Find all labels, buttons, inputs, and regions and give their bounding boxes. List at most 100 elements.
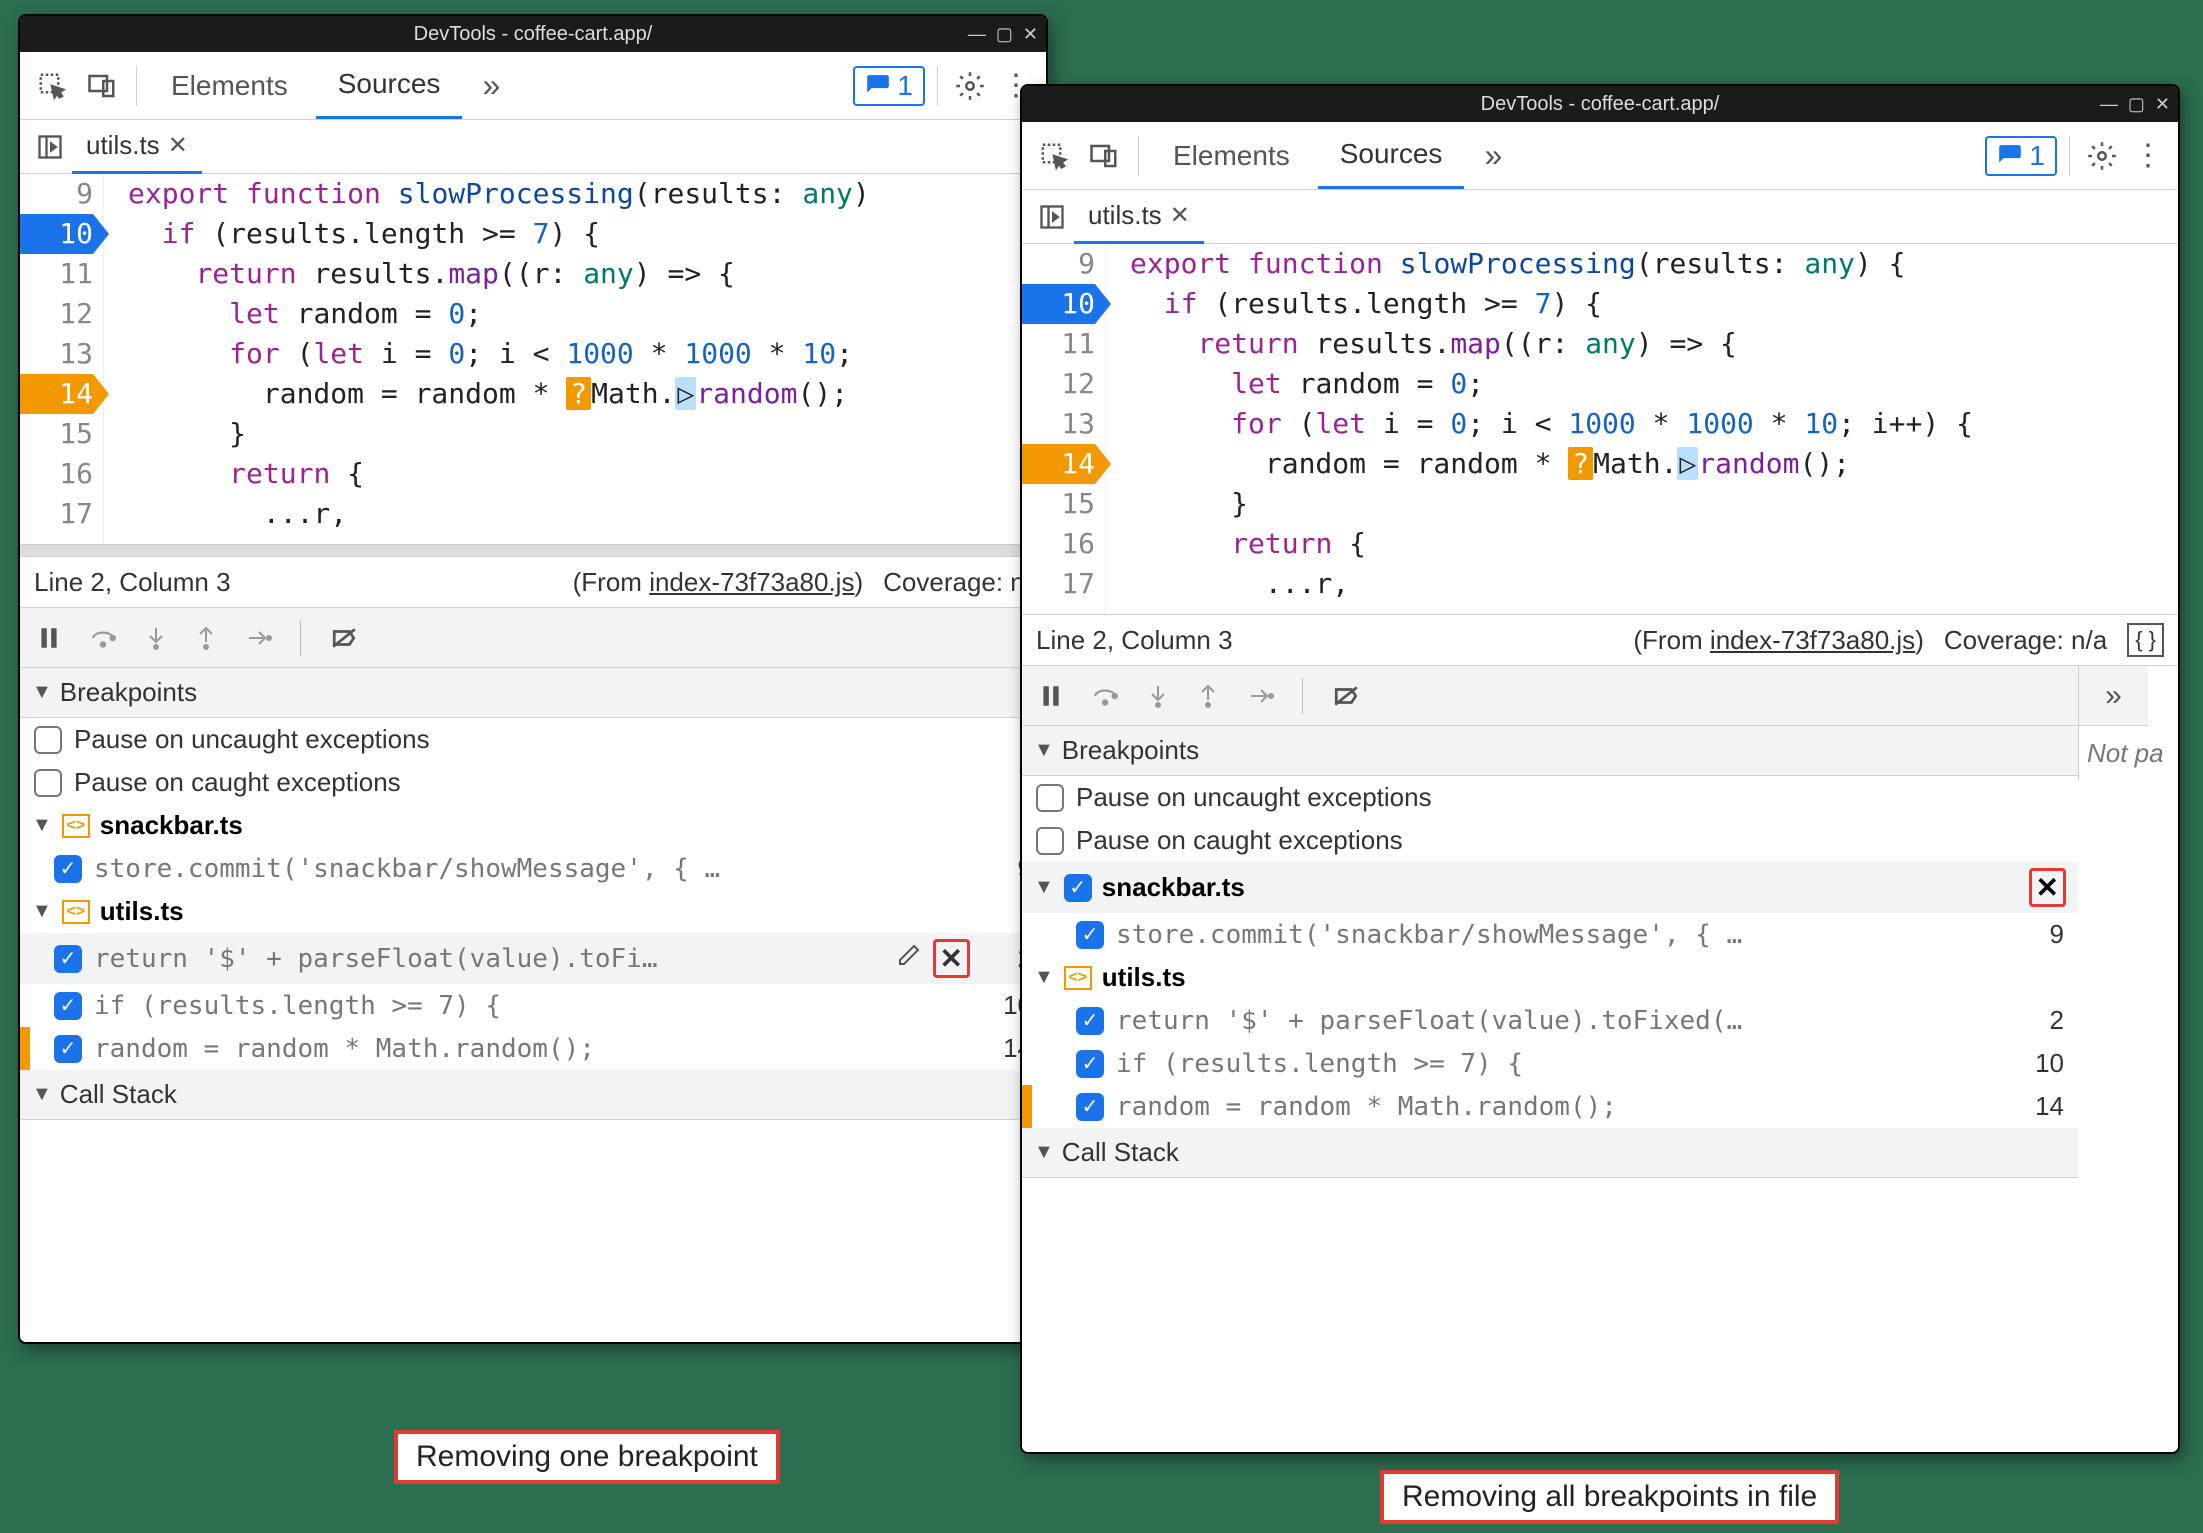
sourcemap-from: (From index-73f73a80.js) bbox=[1633, 625, 1923, 656]
inspect-icon[interactable] bbox=[30, 64, 74, 108]
navigator-toggle-icon[interactable] bbox=[1030, 203, 1074, 231]
step-into-icon[interactable] bbox=[144, 623, 168, 653]
breakpoint-group-utils[interactable]: ▼ <> utils.ts bbox=[1022, 956, 2078, 999]
close-icon[interactable]: ✕ bbox=[1170, 201, 1190, 230]
checkbox[interactable] bbox=[34, 726, 62, 754]
breakpoints-section-header[interactable]: ▼ Breakpoints bbox=[20, 668, 1046, 718]
caption-left: Removing one breakpoint bbox=[394, 1430, 780, 1484]
horizontal-scrollbar[interactable] bbox=[20, 544, 1046, 556]
ts-file-icon: <> bbox=[62, 900, 90, 924]
deactivate-breakpoints-icon[interactable] bbox=[327, 625, 361, 651]
callstack-section-header[interactable]: ▼ Call Stack bbox=[20, 1070, 1046, 1120]
sourcemap-link[interactable]: index-73f73a80.js bbox=[1710, 625, 1915, 655]
code-editor[interactable]: 9 10 11 12 13 14 15 16 17 export functio… bbox=[20, 174, 1046, 544]
chevron-down-icon: ▼ bbox=[1034, 1141, 1054, 1164]
checkbox[interactable] bbox=[54, 1035, 82, 1063]
settings-gear-icon[interactable] bbox=[950, 71, 990, 101]
chevron-down-icon: ▼ bbox=[32, 681, 52, 704]
step-into-icon[interactable] bbox=[1146, 681, 1170, 711]
window-minimize-icon[interactable]: — bbox=[968, 24, 986, 45]
callstack-section-header[interactable]: ▼ Call Stack bbox=[1022, 1128, 2078, 1178]
window-close-icon[interactable]: ✕ bbox=[2155, 94, 2170, 115]
tab-elements[interactable]: Elements bbox=[149, 54, 310, 118]
step-over-icon[interactable] bbox=[1090, 683, 1120, 709]
breakpoint-group-snackbar[interactable]: ▼ snackbar.ts ✕ bbox=[1022, 862, 2078, 913]
step-over-icon[interactable] bbox=[88, 625, 118, 651]
pause-icon[interactable] bbox=[36, 625, 62, 651]
sidebar-overflow-icon[interactable]: » bbox=[2078, 666, 2148, 726]
sidebar-not-paused: Not pa bbox=[2078, 726, 2178, 781]
status-bar: Line 2, Column 3 (From index-73f73a80.js… bbox=[1022, 614, 2178, 666]
checkbox[interactable] bbox=[1076, 921, 1104, 949]
tab-sources[interactable]: Sources bbox=[1318, 122, 1465, 189]
debugger-toolbar bbox=[1022, 666, 2078, 726]
window-titlebar: DevTools - coffee-cart.app/ — ▢ ✕ bbox=[1022, 86, 2178, 122]
checkbox[interactable] bbox=[54, 992, 82, 1020]
cursor-position: Line 2, Column 3 bbox=[1036, 625, 1233, 656]
window-minimize-icon[interactable]: — bbox=[2100, 94, 2118, 115]
window-title: DevTools - coffee-cart.app/ bbox=[414, 23, 653, 46]
close-icon[interactable]: ✕ bbox=[168, 131, 188, 160]
tabs-overflow-icon[interactable]: » bbox=[468, 67, 514, 104]
issues-button[interactable]: 1 bbox=[1985, 136, 2057, 176]
checkbox[interactable] bbox=[54, 855, 82, 883]
sourcemap-link[interactable]: index-73f73a80.js bbox=[649, 567, 854, 597]
orange-indicator bbox=[20, 1027, 30, 1070]
pause-caught-row: Pause on caught exceptions bbox=[20, 761, 1046, 804]
code-editor[interactable]: 9 10 11 12 13 14 15 16 17 export functio… bbox=[1022, 244, 2178, 614]
tabs-overflow-icon[interactable]: » bbox=[1470, 137, 1516, 174]
tab-sources[interactable]: Sources bbox=[316, 52, 463, 119]
tab-elements[interactable]: Elements bbox=[1151, 124, 1312, 188]
checkbox[interactable] bbox=[1036, 827, 1064, 855]
navigator-toggle-icon[interactable] bbox=[28, 133, 72, 161]
chevron-down-icon: ▼ bbox=[32, 814, 52, 837]
issues-button[interactable]: 1 bbox=[853, 66, 925, 106]
edit-icon[interactable] bbox=[897, 943, 921, 974]
checkbox[interactable] bbox=[1076, 1050, 1104, 1078]
coverage-label: Coverage: n/a bbox=[1944, 625, 2107, 656]
checkbox[interactable] bbox=[54, 945, 82, 973]
step-icon[interactable] bbox=[1246, 684, 1276, 708]
checkbox[interactable] bbox=[1076, 1007, 1104, 1035]
step-icon[interactable] bbox=[244, 626, 274, 650]
window-titlebar: DevTools - coffee-cart.app/ — ▢ ✕ bbox=[20, 16, 1046, 52]
window-title: DevTools - coffee-cart.app/ bbox=[1481, 93, 1720, 116]
chevron-down-icon: ▼ bbox=[1034, 739, 1054, 762]
orange-indicator bbox=[1022, 1085, 1032, 1128]
breakpoint-group-snackbar[interactable]: ▼ <> snackbar.ts bbox=[20, 804, 1046, 847]
window-maximize-icon[interactable]: ▢ bbox=[2128, 94, 2145, 115]
breakpoint-group-utils[interactable]: ▼ <> utils.ts bbox=[20, 890, 1046, 933]
chevron-down-icon: ▼ bbox=[32, 1083, 52, 1106]
file-tabs: utils.ts ✕ bbox=[1022, 190, 2178, 244]
file-tab-utils[interactable]: utils.ts ✕ bbox=[72, 120, 202, 174]
device-toggle-icon[interactable] bbox=[1082, 134, 1126, 178]
devtools-toolbar: Elements Sources » 1 ⋮ bbox=[20, 52, 1046, 120]
caption-right: Removing all breakpoints in file bbox=[1380, 1470, 1839, 1524]
chevron-down-icon: ▼ bbox=[1034, 876, 1054, 899]
pretty-print-icon[interactable]: { } bbox=[2127, 623, 2164, 657]
deactivate-breakpoints-icon[interactable] bbox=[1329, 683, 1363, 709]
remove-file-breakpoints-icon[interactable]: ✕ bbox=[2029, 868, 2066, 907]
chevron-down-icon: ▼ bbox=[1034, 966, 1054, 989]
settings-gear-icon[interactable] bbox=[2082, 141, 2122, 171]
remove-breakpoint-icon[interactable]: ✕ bbox=[933, 939, 970, 978]
checkbox[interactable] bbox=[34, 769, 62, 797]
inspect-icon[interactable] bbox=[1032, 134, 1076, 178]
ts-file-icon: <> bbox=[62, 814, 90, 838]
step-out-icon[interactable] bbox=[194, 623, 218, 653]
device-toggle-icon[interactable] bbox=[80, 64, 124, 108]
breakpoints-section-header[interactable]: ▼ Breakpoints bbox=[1022, 726, 2078, 776]
file-tab-utils[interactable]: utils.ts ✕ bbox=[1074, 190, 1204, 244]
checkbox[interactable] bbox=[1076, 1093, 1104, 1121]
window-maximize-icon[interactable]: ▢ bbox=[996, 24, 1013, 45]
window-close-icon[interactable]: ✕ bbox=[1023, 24, 1038, 45]
kebab-menu-icon[interactable]: ⋮ bbox=[2128, 138, 2168, 173]
step-out-icon[interactable] bbox=[1196, 681, 1220, 711]
checkbox[interactable] bbox=[1064, 874, 1092, 902]
checkbox[interactable] bbox=[1036, 784, 1064, 812]
devtools-toolbar: Elements Sources » 1 ⋮ bbox=[1022, 122, 2178, 190]
debugger-toolbar bbox=[20, 608, 1046, 668]
pause-icon[interactable] bbox=[1038, 683, 1064, 709]
chevron-down-icon: ▼ bbox=[32, 900, 52, 923]
status-bar: Line 2, Column 3 (From index-73f73a80.js… bbox=[20, 556, 1046, 608]
